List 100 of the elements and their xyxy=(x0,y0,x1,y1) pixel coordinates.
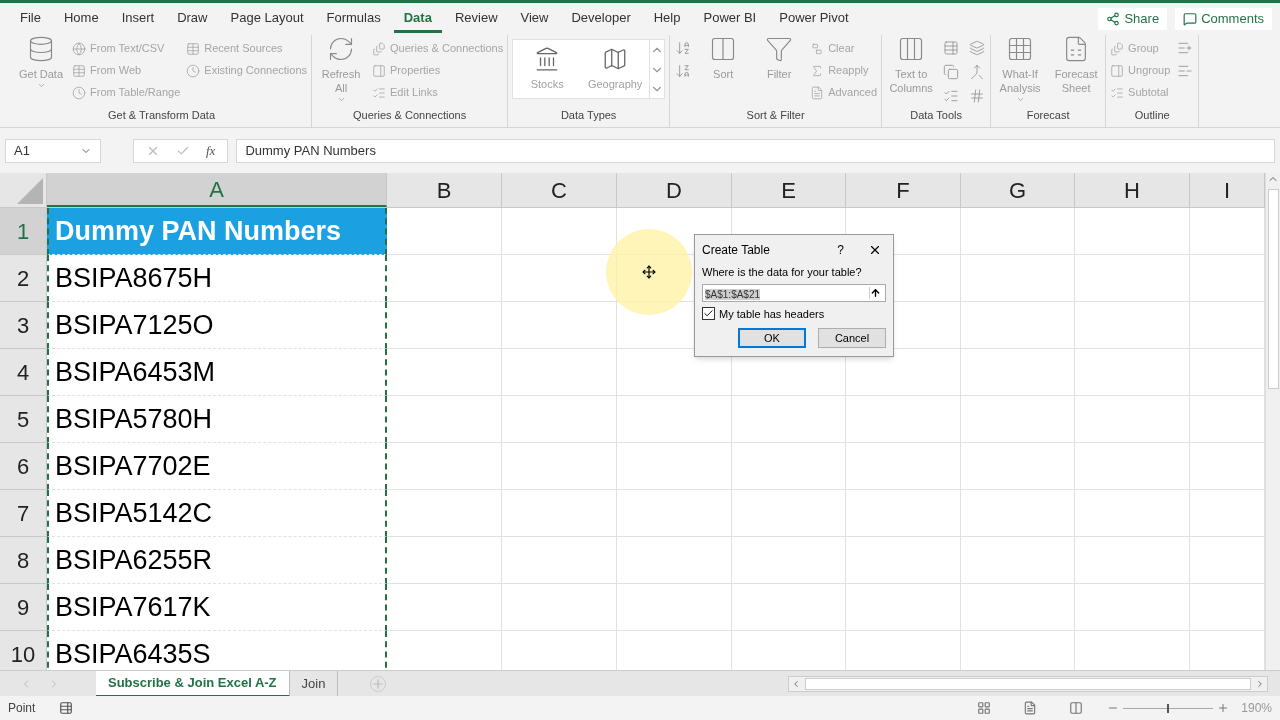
column-header[interactable]: C xyxy=(502,173,617,207)
scrollbar-thumb[interactable] xyxy=(1267,189,1279,389)
range-field[interactable]: $A$1:$A$21 xyxy=(702,283,886,302)
formula-field[interactable]: Dummy PAN Numbers xyxy=(236,138,1275,163)
column-header[interactable]: B xyxy=(387,173,502,207)
column-header[interactable]: G xyxy=(961,173,1075,207)
normal-view-icon[interactable] xyxy=(977,701,992,715)
row-header[interactable]: 9 xyxy=(0,584,47,631)
page-break-icon[interactable] xyxy=(1069,701,1084,715)
row-header[interactable]: 1 xyxy=(0,208,47,255)
empty-cell[interactable] xyxy=(1075,584,1190,631)
column-header[interactable]: H xyxy=(1075,173,1190,207)
page-layout-icon[interactable] xyxy=(1023,701,1038,715)
menu-tab[interactable]: File xyxy=(10,5,51,33)
empty-cell[interactable] xyxy=(961,537,1075,584)
menu-tab[interactable]: Review xyxy=(444,5,508,33)
empty-cell[interactable] xyxy=(961,302,1075,349)
empty-cell[interactable] xyxy=(961,255,1075,302)
row-header[interactable]: 2 xyxy=(0,255,47,302)
empty-cell[interactable] xyxy=(961,443,1075,490)
ribbon-icon-button[interactable] xyxy=(942,63,961,82)
empty-cell[interactable] xyxy=(1075,302,1190,349)
empty-cell[interactable] xyxy=(1075,537,1190,584)
empty-cell[interactable] xyxy=(1075,208,1190,255)
insert-function-button[interactable]: fx xyxy=(206,140,216,161)
empty-cell[interactable] xyxy=(1075,255,1190,302)
empty-cell[interactable] xyxy=(387,349,502,396)
empty-cell[interactable] xyxy=(502,537,617,584)
empty-cell[interactable] xyxy=(846,537,961,584)
menu-tab[interactable]: Power Pivot xyxy=(769,5,859,33)
empty-cell[interactable] xyxy=(1075,443,1190,490)
column-header[interactable]: F xyxy=(846,173,961,207)
empty-cell[interactable] xyxy=(846,396,961,443)
share-button[interactable]: Share xyxy=(1098,8,1168,30)
row-header[interactable]: 4 xyxy=(0,349,47,396)
menu-tab[interactable]: Insert xyxy=(111,5,165,33)
empty-cell[interactable] xyxy=(732,443,846,490)
dialog-button[interactable]: Cancel xyxy=(818,328,886,348)
empty-cell[interactable] xyxy=(617,537,732,584)
menu-tab[interactable]: Formulas xyxy=(316,5,391,33)
dialog-button[interactable]: OK xyxy=(738,328,806,348)
empty-cell[interactable] xyxy=(961,490,1075,537)
row-header[interactable]: 6 xyxy=(0,443,47,490)
column-header[interactable]: E xyxy=(732,173,846,207)
empty-cell[interactable] xyxy=(387,584,502,631)
empty-cell[interactable] xyxy=(846,490,961,537)
menu-tab[interactable]: Home xyxy=(53,5,109,33)
menu-tab[interactable]: Data xyxy=(393,5,442,33)
menu-tab[interactable]: View xyxy=(510,5,559,33)
row-header[interactable]: 5 xyxy=(0,396,47,443)
empty-cell[interactable] xyxy=(387,537,502,584)
zoom-thumb[interactable] xyxy=(1167,703,1170,713)
empty-cell[interactable] xyxy=(961,349,1075,396)
empty-cell[interactable] xyxy=(1075,490,1190,537)
row-header[interactable]: 7 xyxy=(0,490,47,537)
empty-cell[interactable] xyxy=(732,490,846,537)
column-header[interactable]: D xyxy=(617,173,732,207)
menu-tab[interactable]: Power BI xyxy=(693,5,767,33)
empty-cell[interactable] xyxy=(387,396,502,443)
empty-cell[interactable] xyxy=(617,396,732,443)
menu-tab[interactable]: Developer xyxy=(561,5,641,33)
ribbon-icon-button[interactable] xyxy=(942,39,961,57)
empty-cell[interactable] xyxy=(961,396,1075,443)
empty-cell[interactable] xyxy=(502,490,617,537)
row-header[interactable]: 3 xyxy=(0,302,47,349)
empty-cell[interactable] xyxy=(617,584,732,631)
row-header[interactable]: 8 xyxy=(0,537,47,584)
empty-cell[interactable] xyxy=(387,255,502,302)
empty-cell[interactable] xyxy=(502,396,617,443)
empty-cell[interactable] xyxy=(846,443,961,490)
zoom-in-icon[interactable] xyxy=(1217,702,1230,714)
collapse-dialog-icon[interactable] xyxy=(869,286,881,299)
empty-cell[interactable] xyxy=(1075,349,1190,396)
empty-cell[interactable] xyxy=(1075,396,1190,443)
help-button[interactable]: ? xyxy=(837,240,844,259)
empty-cell[interactable] xyxy=(846,584,961,631)
checkbox[interactable] xyxy=(702,307,715,321)
empty-cell[interactable] xyxy=(961,584,1075,631)
empty-cell[interactable] xyxy=(617,490,732,537)
menu-tab[interactable]: Page Layout xyxy=(220,5,314,33)
comments-button[interactable]: Comments xyxy=(1175,8,1272,30)
sheet-tab[interactable]: Subscribe & Join Excel A-Z xyxy=(96,670,290,697)
empty-cell[interactable] xyxy=(502,443,617,490)
empty-cell[interactable] xyxy=(617,443,732,490)
ribbon-icon-button[interactable] xyxy=(968,39,987,57)
empty-cell[interactable] xyxy=(387,490,502,537)
menu-tab[interactable]: Draw xyxy=(167,5,218,33)
empty-cell[interactable] xyxy=(502,584,617,631)
menu-tab[interactable]: Help xyxy=(643,5,691,33)
empty-cell[interactable] xyxy=(502,302,617,349)
horizontal-scrollbar[interactable] xyxy=(788,675,1268,692)
empty-cell[interactable] xyxy=(961,208,1075,255)
empty-cell[interactable] xyxy=(387,443,502,490)
name-box[interactable]: A1 xyxy=(5,138,101,163)
column-header[interactable]: A xyxy=(47,173,387,207)
empty-cell[interactable] xyxy=(502,349,617,396)
row-header[interactable]: 10 xyxy=(0,631,47,670)
empty-cell[interactable] xyxy=(732,396,846,443)
empty-cell[interactable] xyxy=(732,584,846,631)
empty-cell[interactable] xyxy=(732,537,846,584)
